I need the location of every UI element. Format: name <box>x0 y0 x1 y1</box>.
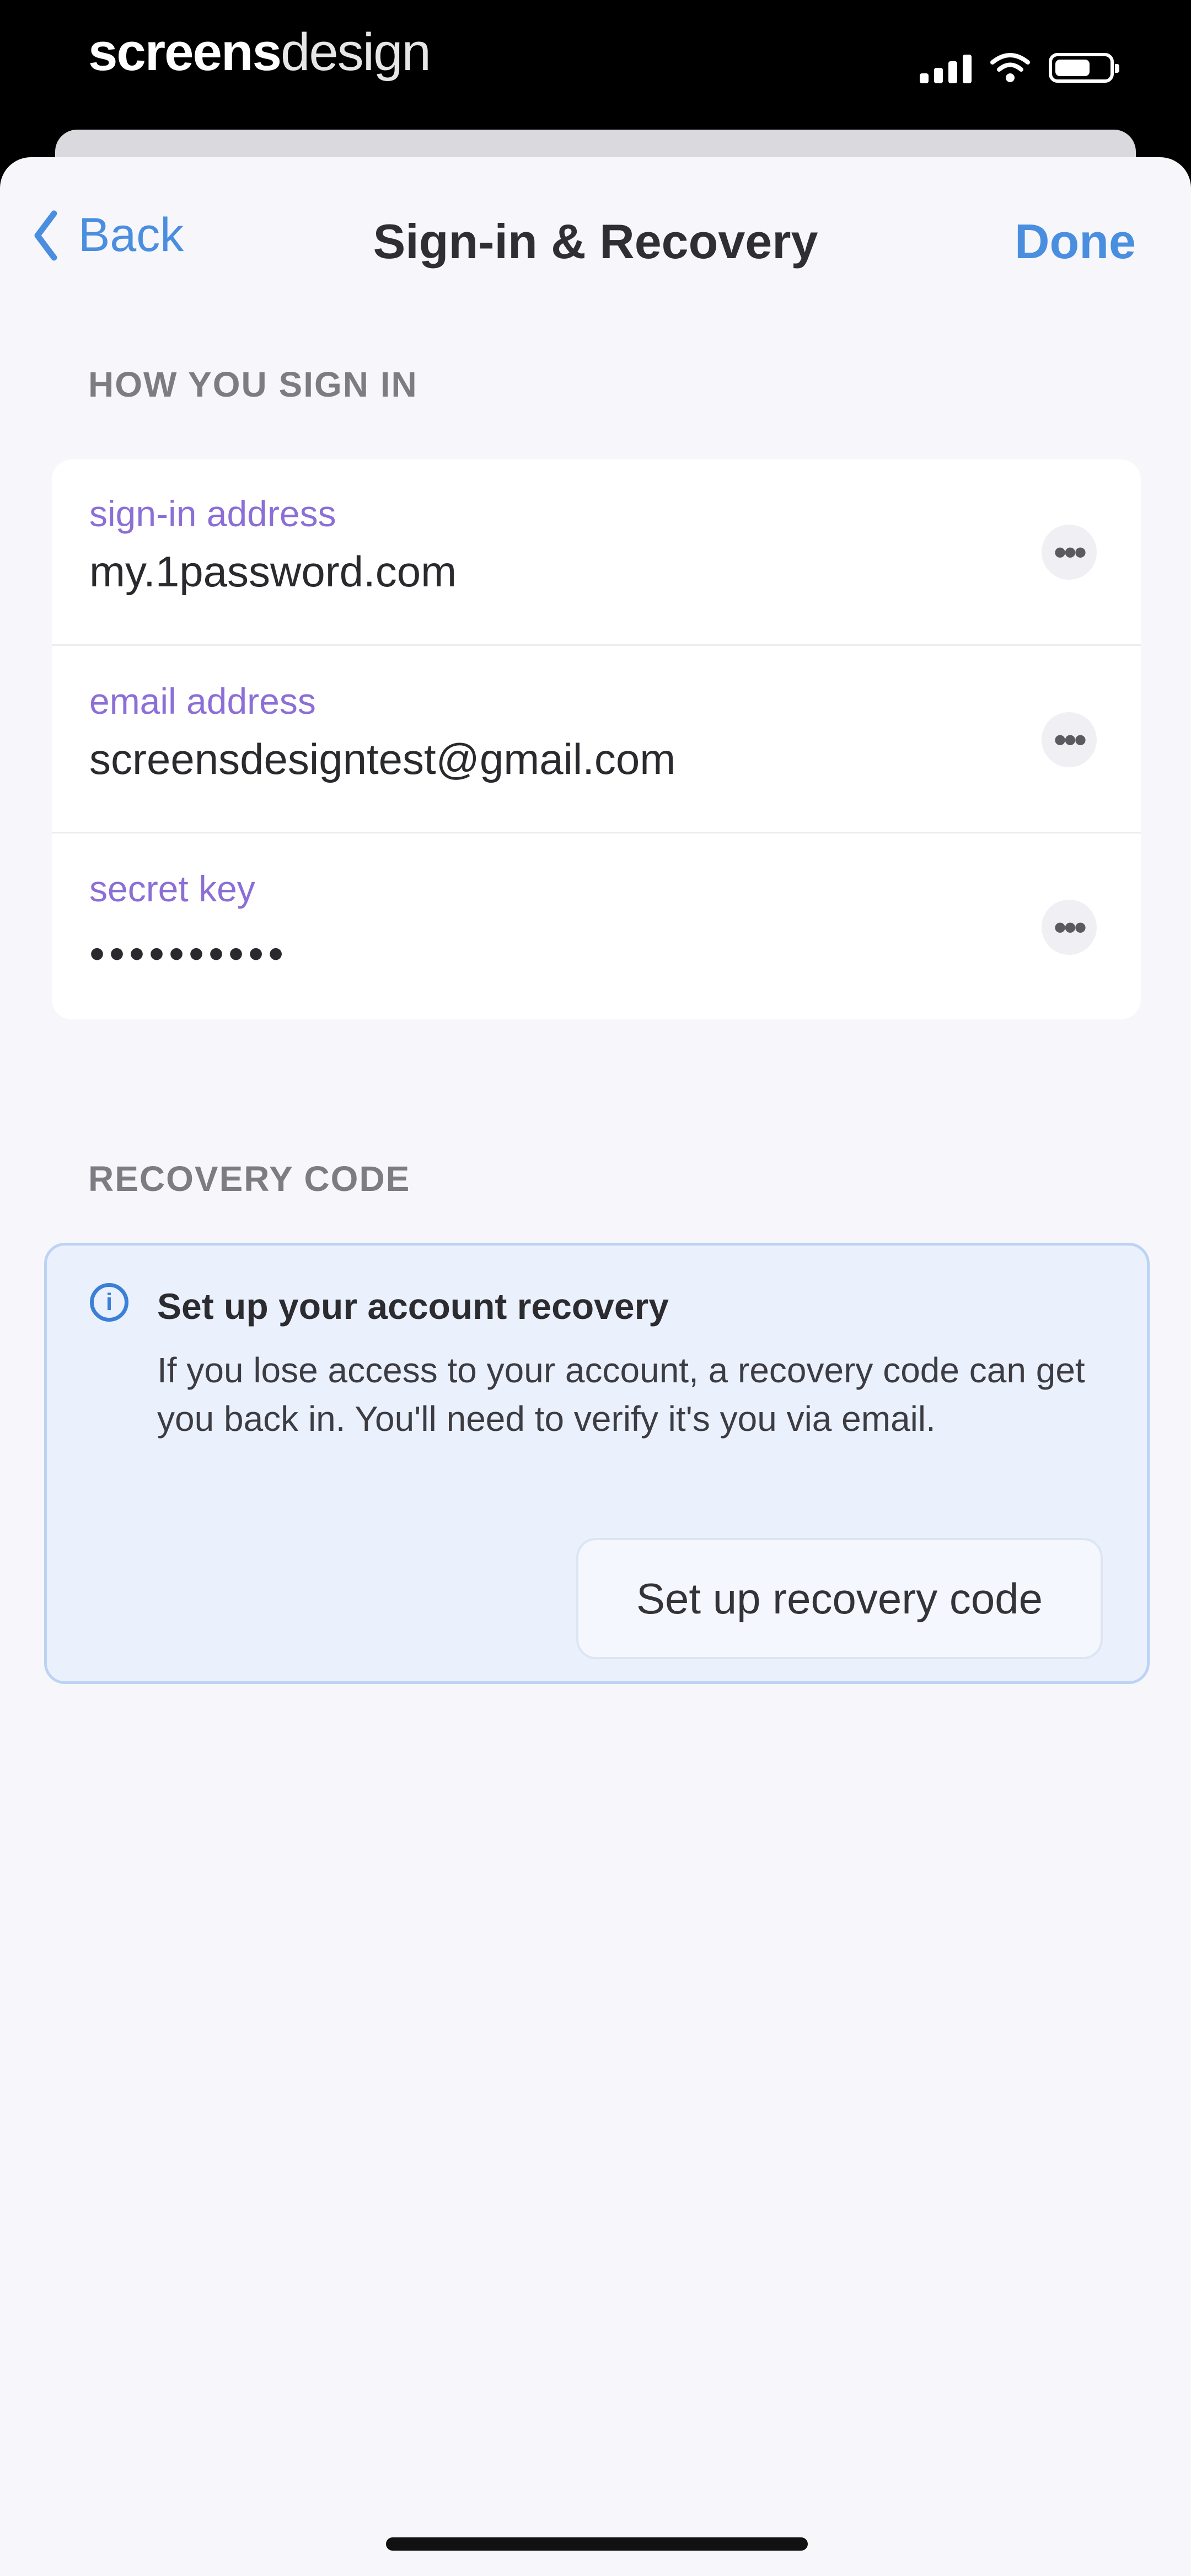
sign-in-address-row: sign-in address my.1password.com ••• <box>52 459 1141 646</box>
recovery-title: Set up your account recovery <box>157 1286 669 1327</box>
sign-in-details-card: sign-in address my.1password.com ••• ema… <box>52 459 1141 1019</box>
field-label: email address <box>89 681 316 722</box>
section-header-sign-in: HOW YOU SIGN IN <box>88 365 418 404</box>
brand-bold: screens <box>88 23 282 82</box>
brand-light: design <box>280 23 431 82</box>
recovery-info-card: i Set up your account recovery If you lo… <box>44 1243 1150 1684</box>
status-icons <box>920 49 1119 87</box>
ellipsis-icon[interactable]: ••• <box>1042 712 1097 767</box>
ellipsis-icon[interactable]: ••• <box>1042 900 1097 955</box>
info-circle-icon: i <box>90 1283 128 1322</box>
modal-sheet: Back Sign-in & Recovery Done HOW YOU SIG… <box>0 157 1191 2576</box>
set-up-recovery-code-button[interactable]: Set up recovery code <box>576 1538 1103 1659</box>
status-bar: screensdesign <box>0 0 1191 143</box>
field-value: screensdesigntest@gmail.com <box>89 735 676 783</box>
email-address-row: email address screensdesigntest@gmail.co… <box>52 647 1141 833</box>
navigation-bar: Back Sign-in & Recovery Done <box>0 157 1191 323</box>
battery-icon <box>1049 53 1119 83</box>
cellular-signal-icon <box>920 52 972 83</box>
section-header-recovery: RECOVERY CODE <box>88 1159 411 1199</box>
recovery-description: If you lose access to your account, a re… <box>157 1350 1085 1439</box>
secret-key-row: secret key •••••••••• ••• <box>52 835 1141 1019</box>
ellipsis-icon[interactable]: ••• <box>1042 525 1097 580</box>
field-value: •••••••••• <box>89 929 288 978</box>
home-indicator[interactable] <box>386 2537 808 2551</box>
done-button[interactable]: Done <box>1015 213 1136 270</box>
field-label: secret key <box>89 868 255 909</box>
brand-watermark: screensdesign <box>88 22 431 83</box>
page-title: Sign-in & Recovery <box>373 214 818 269</box>
field-label: sign-in address <box>89 493 336 534</box>
field-value: my.1password.com <box>89 547 457 596</box>
wifi-icon <box>990 53 1030 82</box>
